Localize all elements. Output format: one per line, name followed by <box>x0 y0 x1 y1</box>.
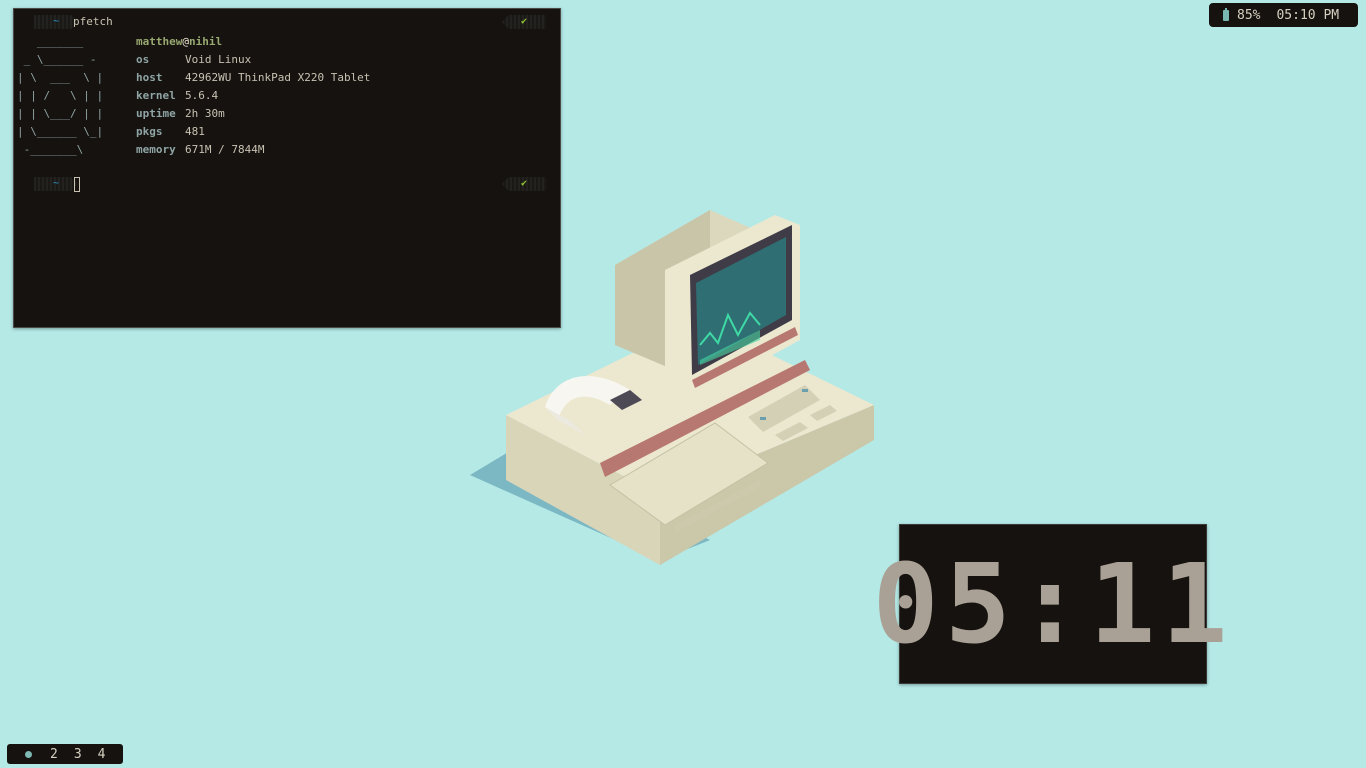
prompt-line-active[interactable]: ~ ✔ <box>14 175 560 192</box>
workspace-2[interactable]: 2 <box>50 747 58 762</box>
workspace-4[interactable]: 4 <box>98 747 106 762</box>
host-name: nihil <box>188 35 223 48</box>
info-row-pkgs: pkgs 481 <box>136 123 370 141</box>
info-row-memory: memory 671M / 7844M <box>136 141 370 159</box>
retro-computer-wallpaper-illustration <box>470 210 874 565</box>
user-host-line: matthew@nihil <box>136 33 370 51</box>
workspace-3[interactable]: 3 <box>74 747 82 762</box>
info-row-kernel: kernel 5.6.4 <box>136 87 370 105</box>
battery-percent: 85% <box>1237 7 1261 23</box>
text-cursor[interactable] <box>74 177 80 192</box>
info-value: Void Linux <box>185 53 252 66</box>
info-value: 671M / 7844M <box>185 143 265 156</box>
status-time: 05:10 PM <box>1276 7 1340 23</box>
info-key: host <box>136 71 163 84</box>
info-key: os <box>136 53 150 66</box>
info-value: 5.6.4 <box>185 89 219 102</box>
status-bar: 85% 05:10 PM <box>1209 3 1358 27</box>
info-row-os: os Void Linux <box>136 51 370 69</box>
info-key: memory <box>136 143 176 156</box>
info-key: kernel <box>136 89 176 102</box>
success-check-icon: ✔ <box>502 177 546 191</box>
info-value: 481 <box>185 125 205 138</box>
battery-icon <box>1223 7 1229 21</box>
workspace-bar: 2 3 4 <box>7 744 123 764</box>
command-text: pfetch <box>73 15 113 28</box>
info-value: 2h 30m <box>185 107 225 120</box>
info-key: uptime <box>136 107 176 120</box>
clock-time: 05:11 <box>872 540 1234 668</box>
prompt-directory: ~ <box>34 15 78 29</box>
pfetch-ascii-logo: _______ _ \______ - | \ ___ \ | | | / \ … <box>17 35 104 156</box>
pfetch-info: matthew@nihil os Void Linux host 42962WU T… <box>136 33 370 159</box>
info-row-uptime: uptime 2h 30m <box>136 105 370 123</box>
dot-icon[interactable] <box>25 750 32 758</box>
info-key: pkgs <box>136 125 163 138</box>
prompt-line: ~ pfetch ✔ <box>14 13 560 29</box>
at-sign: @ <box>182 35 189 48</box>
clock-widget: 05:11 <box>872 524 1234 684</box>
prompt-directory: ~ <box>34 177 78 191</box>
info-row-host: host 42962WU ThinkPad X220 Tablet <box>136 69 370 87</box>
success-check-icon: ✔ <box>502 15 546 29</box>
user-name: matthew <box>136 35 183 48</box>
info-value: 42962WU ThinkPad X220 Tablet <box>185 71 371 84</box>
